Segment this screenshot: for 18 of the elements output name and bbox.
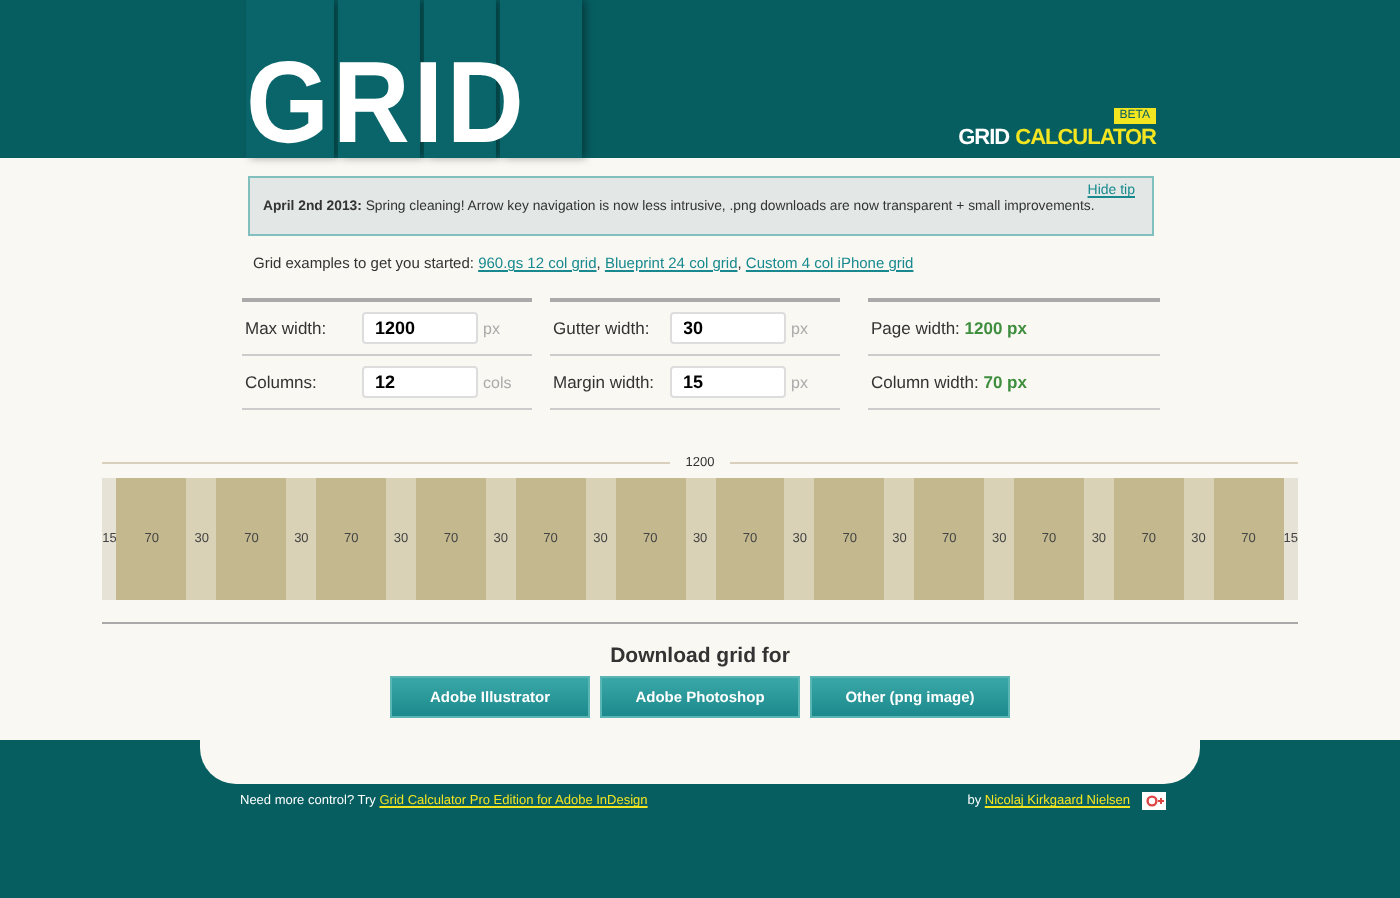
input-field[interactable]: 15 [669,366,785,398]
logo: GRID [246,0,582,158]
field-label: Columns: [245,372,319,392]
app-title: GRID CALCULATOR [958,126,1156,150]
unit-label: px [791,319,808,337]
field-label: Margin width: [553,372,657,392]
result-text: Page width: 1200 px [871,318,1027,338]
unit-label: px [791,373,808,391]
field-label: Gutter width: [553,318,652,338]
input-field[interactable]: 30 [669,312,785,344]
input-field[interactable]: 12 [361,366,477,398]
field-label: Max width: [245,318,329,338]
result-text: Column width: 70 px [871,372,1027,392]
unit-label: cols [483,373,512,391]
share-icon[interactable] [1142,792,1166,810]
unit-label: px [483,319,500,337]
download-title: Download grid for [610,644,790,668]
input-field[interactable]: 1200 [361,312,477,344]
